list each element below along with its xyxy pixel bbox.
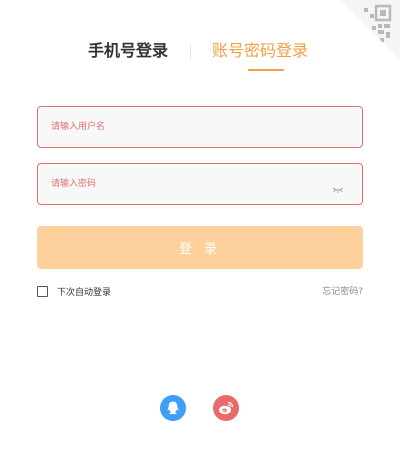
- eye-closed-icon[interactable]: [332, 179, 344, 198]
- password-input[interactable]: [38, 164, 311, 204]
- qq-login-button[interactable]: [160, 395, 186, 421]
- forgot-password-link[interactable]: 忘记密码?: [322, 284, 363, 297]
- username-input[interactable]: [38, 107, 311, 147]
- login-tabs: 手机号登录 账号密码登录: [0, 40, 400, 80]
- weibo-icon: [219, 401, 234, 415]
- weibo-login-button[interactable]: [213, 395, 239, 421]
- qq-icon: [167, 401, 179, 415]
- tab-phone-login[interactable]: 手机号登录: [88, 40, 168, 62]
- auto-login-label: 下次自动登录: [57, 287, 112, 298]
- qr-code-icon: [364, 4, 392, 42]
- auto-login-checkbox[interactable]: [37, 285, 48, 297]
- password-field-wrapper: [37, 163, 363, 205]
- auto-login-option[interactable]: 下次自动登录: [37, 284, 111, 298]
- active-tab-indicator: [248, 69, 284, 71]
- tab-divider: [190, 44, 191, 60]
- username-field-wrapper: [37, 106, 363, 148]
- login-button[interactable]: 登 录: [37, 226, 363, 269]
- tab-account-login[interactable]: 账号密码登录: [212, 40, 308, 62]
